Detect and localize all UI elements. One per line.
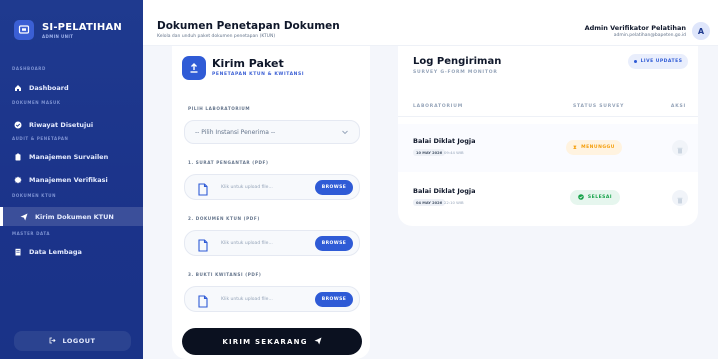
trash-icon <box>677 139 683 158</box>
submit-label: KIRIM SEKARANG <box>222 337 308 346</box>
row-laboratory: Balai Diklat Jogja <box>413 187 476 195</box>
submit-button[interactable]: KIRIM SEKARANG <box>182 328 362 355</box>
sidebar-item-label: Manajemen Survailen <box>29 153 109 161</box>
sidebar-item-label: Riwayat Disetujui <box>29 121 94 129</box>
brand: SI-PELATIHAN ADMIN UNIT <box>14 20 122 40</box>
form-subtitle: PENETAPAN KTUN & KWITANSI <box>212 72 305 77</box>
divider <box>398 116 698 117</box>
logout-icon <box>49 337 57 346</box>
row-date: 04 MAY 2026 <box>413 199 446 206</box>
upload-placeholder: Klik untuk upload file... <box>221 297 273 302</box>
row-action-button[interactable] <box>672 190 688 206</box>
browse-button[interactable]: BROWSE <box>315 180 353 195</box>
delivery-log-card: Log Pengiriman SURVEY G-FORM MONITOR LIV… <box>398 46 698 226</box>
upload-icon <box>182 56 206 80</box>
file-icon <box>197 181 209 200</box>
status-badge: SELESAI <box>570 190 620 205</box>
send-icon <box>20 213 28 221</box>
log-subtitle: SURVEY G-FORM MONITOR <box>413 70 498 75</box>
status-badge: ⧗ MENUNGGU <box>566 140 622 155</box>
sidebar-section-audit-penetapan: AUDIT & PENETAPAN <box>12 136 69 141</box>
upload-field-surat[interactable]: Klik untuk upload file... BROWSE <box>184 174 360 200</box>
sidebar-item-riwayat-disetujui[interactable]: Riwayat Disetujui <box>10 117 133 133</box>
sidebar-item-kirim-dokumen-ktun[interactable]: Kirim Dokumen KTUN <box>0 207 143 226</box>
avatar[interactable]: A <box>692 22 710 40</box>
file-icon <box>197 237 209 256</box>
sidebar-item-label: Dashboard <box>29 84 69 92</box>
table-row: Balai Diklat Jogja 04 MAY 2026 22:10 WIB… <box>398 174 698 222</box>
trash-icon <box>677 189 683 208</box>
live-updates-badge: LIVE UPDATES <box>628 54 688 69</box>
file-icon <box>197 293 209 312</box>
column-header-laboratorium: LABORATORIUM <box>413 104 463 109</box>
upload-placeholder: Klik untuk upload file... <box>221 241 273 246</box>
home-icon <box>14 84 22 92</box>
upload-field-ktun[interactable]: Klik untuk upload file... BROWSE <box>184 230 360 256</box>
row-time: 22:10 WIB <box>444 200 464 205</box>
sidebar-item-dashboard[interactable]: Dashboard <box>10 80 133 96</box>
chevron-down-icon <box>341 128 349 138</box>
sidebar-item-manajemen-verifikasi[interactable]: Manajemen Verifikasi <box>10 172 133 188</box>
upload-label-ktun: 2. DOKUMEN KTUN (PDF) <box>188 216 260 221</box>
log-title: Log Pengiriman <box>413 56 502 67</box>
upload-label-surat: 1. SURAT PENGANTAR (PDF) <box>188 160 269 165</box>
app-logo-icon <box>14 20 34 40</box>
laboratory-select[interactable]: -- Pilih Instansi Penerima -- <box>184 120 360 144</box>
brand-title: SI-PELATIHAN <box>42 21 122 33</box>
sidebar-item-label: Kirim Dokumen KTUN <box>35 212 114 221</box>
lab-select-label: PILIH LABORATORIUM <box>188 106 251 111</box>
check-circle-icon <box>14 121 22 129</box>
sidebar: SI-PELATIHAN ADMIN UNIT DASHBOARD Dashbo… <box>0 0 143 359</box>
top-header: Dokumen Penetapan Dokumen Kelola dan und… <box>143 0 718 46</box>
send-icon <box>314 337 322 347</box>
column-header-status: STATUS SURVEY <box>573 104 625 109</box>
column-header-aksi: AKSI <box>670 104 686 109</box>
browse-button[interactable]: BROWSE <box>315 292 353 307</box>
sidebar-section-master-data: MASTER DATA <box>12 231 51 236</box>
logout-button[interactable]: LOGOUT <box>14 331 131 351</box>
user-name: Admin Verifikator Pelatihan <box>584 24 686 32</box>
sidebar-section-dokumen-masuk: DOKUMEN MASUK <box>12 100 61 105</box>
row-action-button[interactable] <box>672 140 688 156</box>
sidebar-item-manajemen-survailen[interactable]: Manajemen Survailen <box>10 149 133 165</box>
row-date: 10 MAY 2026 <box>413 149 446 156</box>
form-title: Kirim Paket <box>212 57 284 70</box>
upload-field-kwitansi[interactable]: Klik untuk upload file... BROWSE <box>184 286 360 312</box>
upload-placeholder: Klik untuk upload file... <box>221 185 273 190</box>
sidebar-section-dashboard: DASHBOARD <box>12 66 46 71</box>
sidebar-item-data-lembaga[interactable]: Data Lembaga <box>10 244 133 260</box>
live-dot-icon <box>633 60 637 63</box>
user-email: admin.pelatihan@bapeten.go.id <box>613 33 686 38</box>
brand-subtitle: ADMIN UNIT <box>42 33 74 39</box>
row-laboratory: Balai Diklat Jogja <box>413 137 476 145</box>
clipboard-icon <box>14 153 22 161</box>
page-title: Dokumen Penetapan Dokumen <box>157 20 340 32</box>
page-subtitle: Kelola dan unduh paket dokumen penetapan… <box>157 34 276 39</box>
live-updates-label: LIVE UPDATES <box>640 59 683 64</box>
table-row: Balai Diklat Jogja 10 MAY 2026 09:44 WIB… <box>398 124 698 172</box>
building-icon <box>14 248 22 256</box>
check-circle-icon <box>578 193 584 202</box>
status-label: SELESAI <box>587 195 613 200</box>
sidebar-item-label: Data Lembaga <box>29 248 82 256</box>
badge-icon <box>14 176 22 184</box>
upload-label-kwitansi: 3. BUKTI KWITANSI (PDF) <box>188 272 262 277</box>
status-label: MENUNGGU <box>581 145 615 150</box>
sidebar-item-label: Manajemen Verifikasi <box>29 176 108 184</box>
send-package-form: Kirim Paket PENETAPAN KTUN & KWITANSI PI… <box>172 46 370 359</box>
row-time: 09:44 WIB <box>444 150 464 155</box>
hourglass-icon: ⧗ <box>573 144 578 151</box>
logout-label: LOGOUT <box>62 337 96 345</box>
browse-button[interactable]: BROWSE <box>315 236 353 251</box>
sidebar-section-dokumen-ktun: DOKUMEN KTUN <box>12 193 57 198</box>
laboratory-select-value: -- Pilih Instansi Penerima -- <box>195 128 276 136</box>
